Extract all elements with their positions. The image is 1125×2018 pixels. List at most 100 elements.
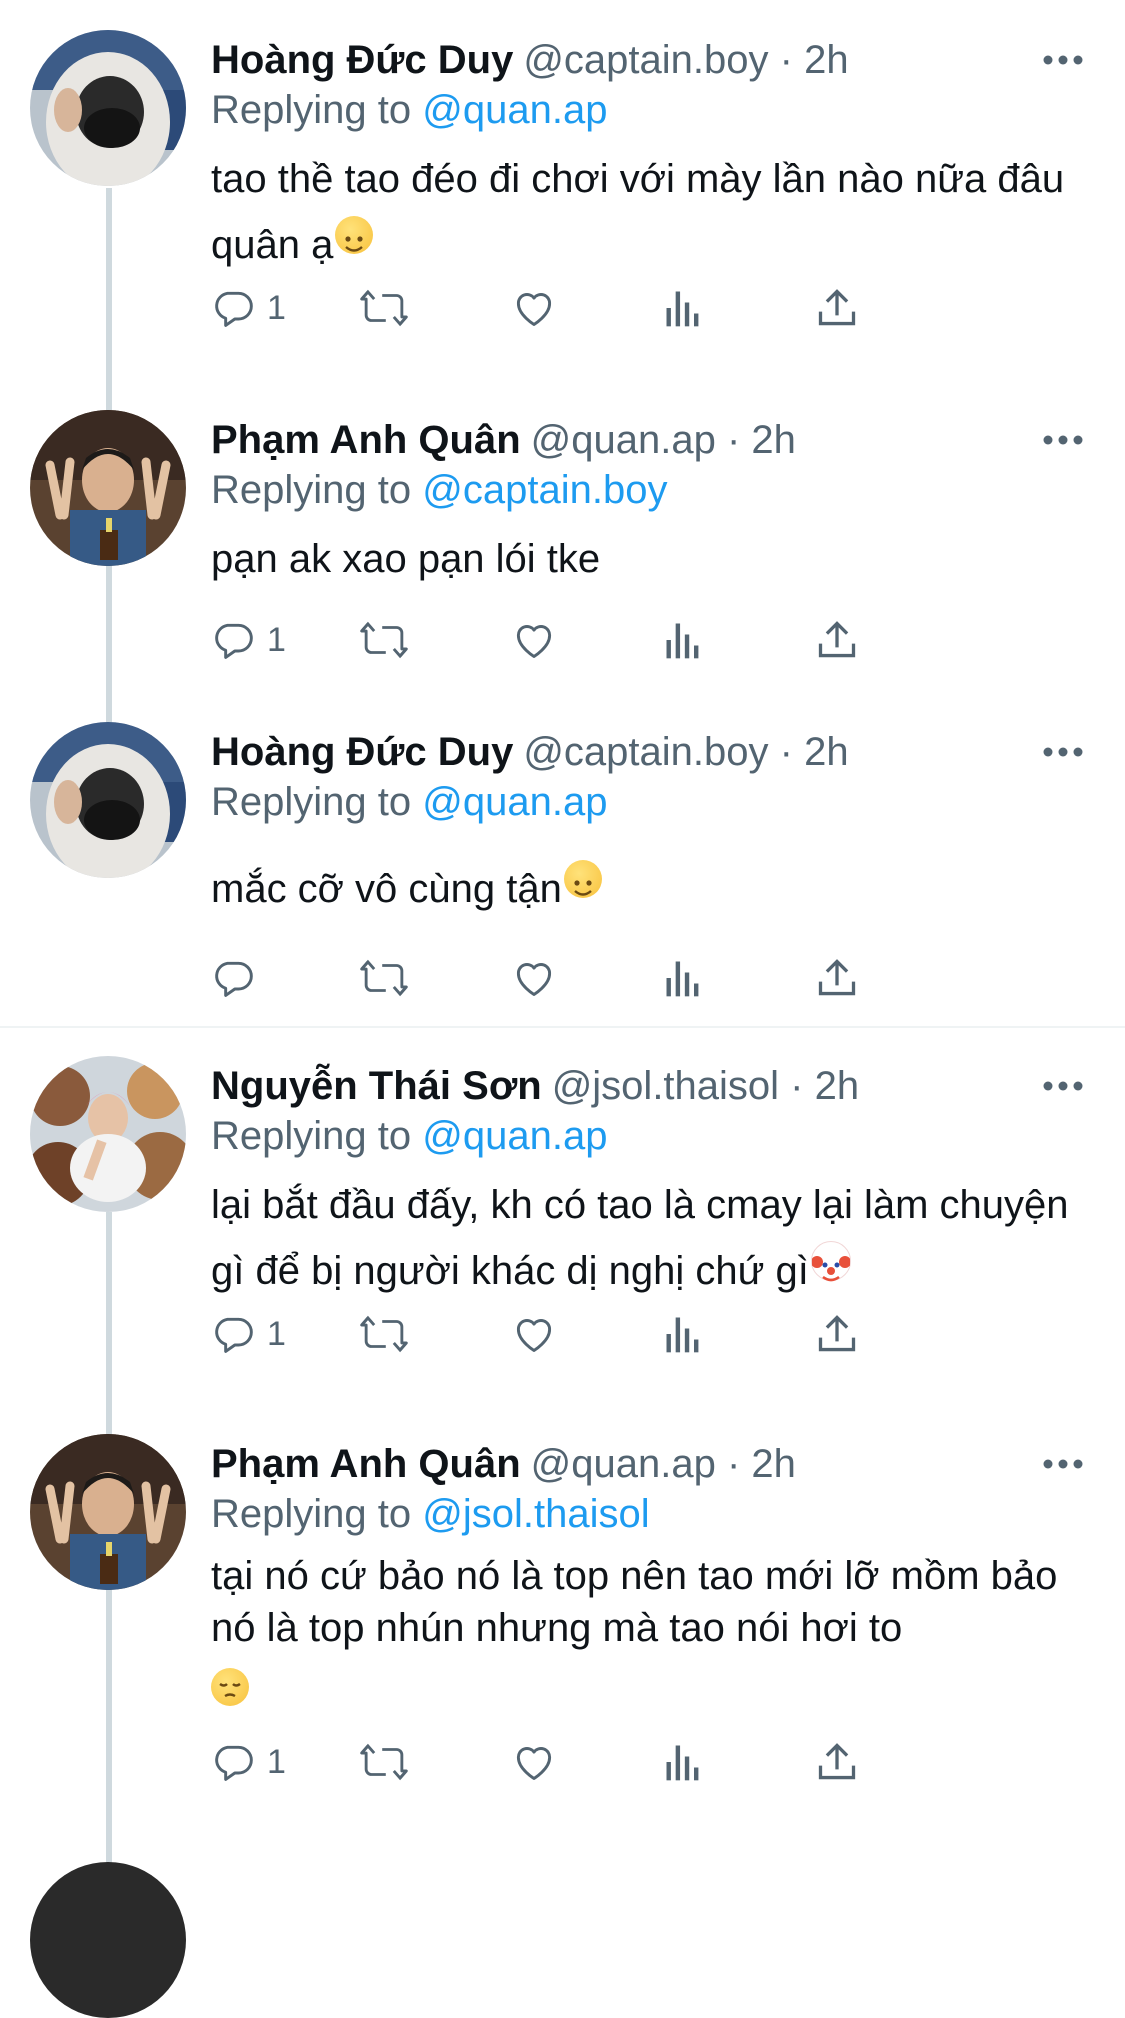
thread-line [106,1212,112,1434]
action-bar: 1 [211,1304,991,1364]
reply-count: 1 [267,1742,286,1781]
handle-time: @captain.boy · 2h [523,38,849,82]
tweet-text: tao thề tao đéo đi chơi với mày lần nào … [211,146,1091,278]
share-button[interactable] [815,948,859,1008]
reply-mention[interactable]: @jsol.thaisol [422,1492,649,1536]
share-button[interactable] [815,1304,859,1364]
more-icon[interactable] [1039,30,1087,90]
tweet-text: mắc cỡ vô cùng tận [211,856,1091,922]
avatar[interactable] [30,1862,186,2018]
like-button[interactable] [511,610,557,670]
views-button[interactable] [663,278,703,338]
share-icon [818,1315,856,1352]
share-icon [818,1743,856,1780]
handle-time: @quan.ap · 2h [530,418,796,462]
reply-mention[interactable]: @quan.ap [422,1114,607,1158]
share-button[interactable] [815,1732,859,1792]
like-icon [516,625,552,658]
share-button[interactable] [815,610,859,670]
retweet-button[interactable] [359,1732,409,1792]
reply-mention[interactable]: @quan.ap [422,88,607,132]
replying-to: Replying to @quan.ap [211,774,607,830]
reply-icon [215,961,253,997]
retweet-button[interactable] [359,610,409,670]
retweet-icon [360,959,408,997]
views-button[interactable] [663,610,703,670]
more-icon[interactable] [1039,722,1087,782]
like-button[interactable] [511,1732,557,1792]
like-button[interactable] [511,1304,557,1364]
tweet-text-content: mắc cỡ vô cùng tận [211,867,562,911]
tweet-text-content: tại nó cứ bảo nó là top nên tao mới lỡ m… [211,1554,1058,1650]
reply-button[interactable]: 1 [211,610,286,670]
action-bar: 1 [211,610,991,670]
like-button[interactable] [511,278,557,338]
action-bar: 1 [211,1732,991,1792]
share-icon [818,289,856,326]
reply-button[interactable]: 1 [211,1304,286,1364]
like-icon [516,1319,552,1352]
replying-to: Replying to @captain.boy [211,462,667,518]
share-button[interactable] [815,278,859,338]
handle-time: @jsol.thaisol · 2h [551,1064,860,1108]
replying-to: Replying to @quan.ap [211,82,607,138]
reply-count: 1 [267,1314,286,1353]
retweet-icon [360,289,408,327]
tweet-text-content: lại bắt đầu đấy, kh có tao là cmay lại l… [211,1183,1069,1293]
display-name[interactable]: Nguyễn Thái Sơn [211,1064,542,1108]
avatar[interactable] [30,30,186,186]
slightly-smiling-face-icon [563,860,602,898]
reply-icon [215,1317,253,1353]
more-icon[interactable] [1039,410,1087,470]
display-name[interactable]: Phạm Anh Quân [211,1442,521,1486]
reply-mention[interactable]: @captain.boy [422,468,667,512]
replying-to: Replying to @quan.ap [211,1108,607,1164]
display-name[interactable]: Hoàng Đức Duy [211,730,513,774]
like-button[interactable] [511,948,557,1008]
clown-face-icon [810,1241,851,1282]
action-bar: 1 [211,278,991,338]
handle-time: @captain.boy · 2h [523,730,849,774]
views-icon [666,961,699,997]
reply-button[interactable]: 1 [211,1732,286,1792]
action-bar [211,948,991,1008]
display-name[interactable]: Hoàng Đức Duy [211,38,513,82]
reply-count: 1 [267,620,286,659]
avatar[interactable] [30,410,186,566]
display-name[interactable]: Phạm Anh Quân [211,418,521,462]
reply-count: 1 [267,288,286,327]
tweet-text-content: pạn ak xao pạn lói tke [211,537,601,581]
replying-prefix: Replying to [211,468,412,512]
views-button[interactable] [663,1304,703,1364]
more-icon[interactable] [1039,1434,1087,1494]
replying-prefix: Replying to [211,1492,412,1536]
avatar[interactable] [30,1056,186,1212]
retweet-icon [360,621,408,659]
replying-to: Replying to @jsol.thaisol [211,1486,650,1542]
views-button[interactable] [663,1732,703,1792]
like-icon [516,1747,552,1780]
replying-prefix: Replying to [211,780,412,824]
like-icon [516,963,552,996]
retweet-button[interactable] [359,278,409,338]
tweet-text: lại bắt đầu đấy, kh có tao là cmay lại l… [211,1172,1091,1304]
retweet-button[interactable] [359,1304,409,1364]
reply-icon [215,1745,253,1781]
reply-icon [215,623,253,659]
reply-mention[interactable]: @quan.ap [422,780,607,824]
more-icon[interactable] [1039,1056,1087,1116]
reply-icon [215,291,253,327]
share-icon [818,621,856,658]
views-icon [666,291,699,327]
avatar[interactable] [30,722,186,878]
views-button[interactable] [663,948,703,1008]
retweet-icon [360,1315,408,1353]
reply-button[interactable] [211,948,267,1008]
thread-line [106,562,112,724]
views-icon [666,1745,699,1781]
reply-button[interactable]: 1 [211,278,286,338]
views-icon [666,623,699,659]
avatar[interactable] [30,1434,186,1590]
replying-prefix: Replying to [211,1114,412,1158]
retweet-button[interactable] [359,948,409,1008]
